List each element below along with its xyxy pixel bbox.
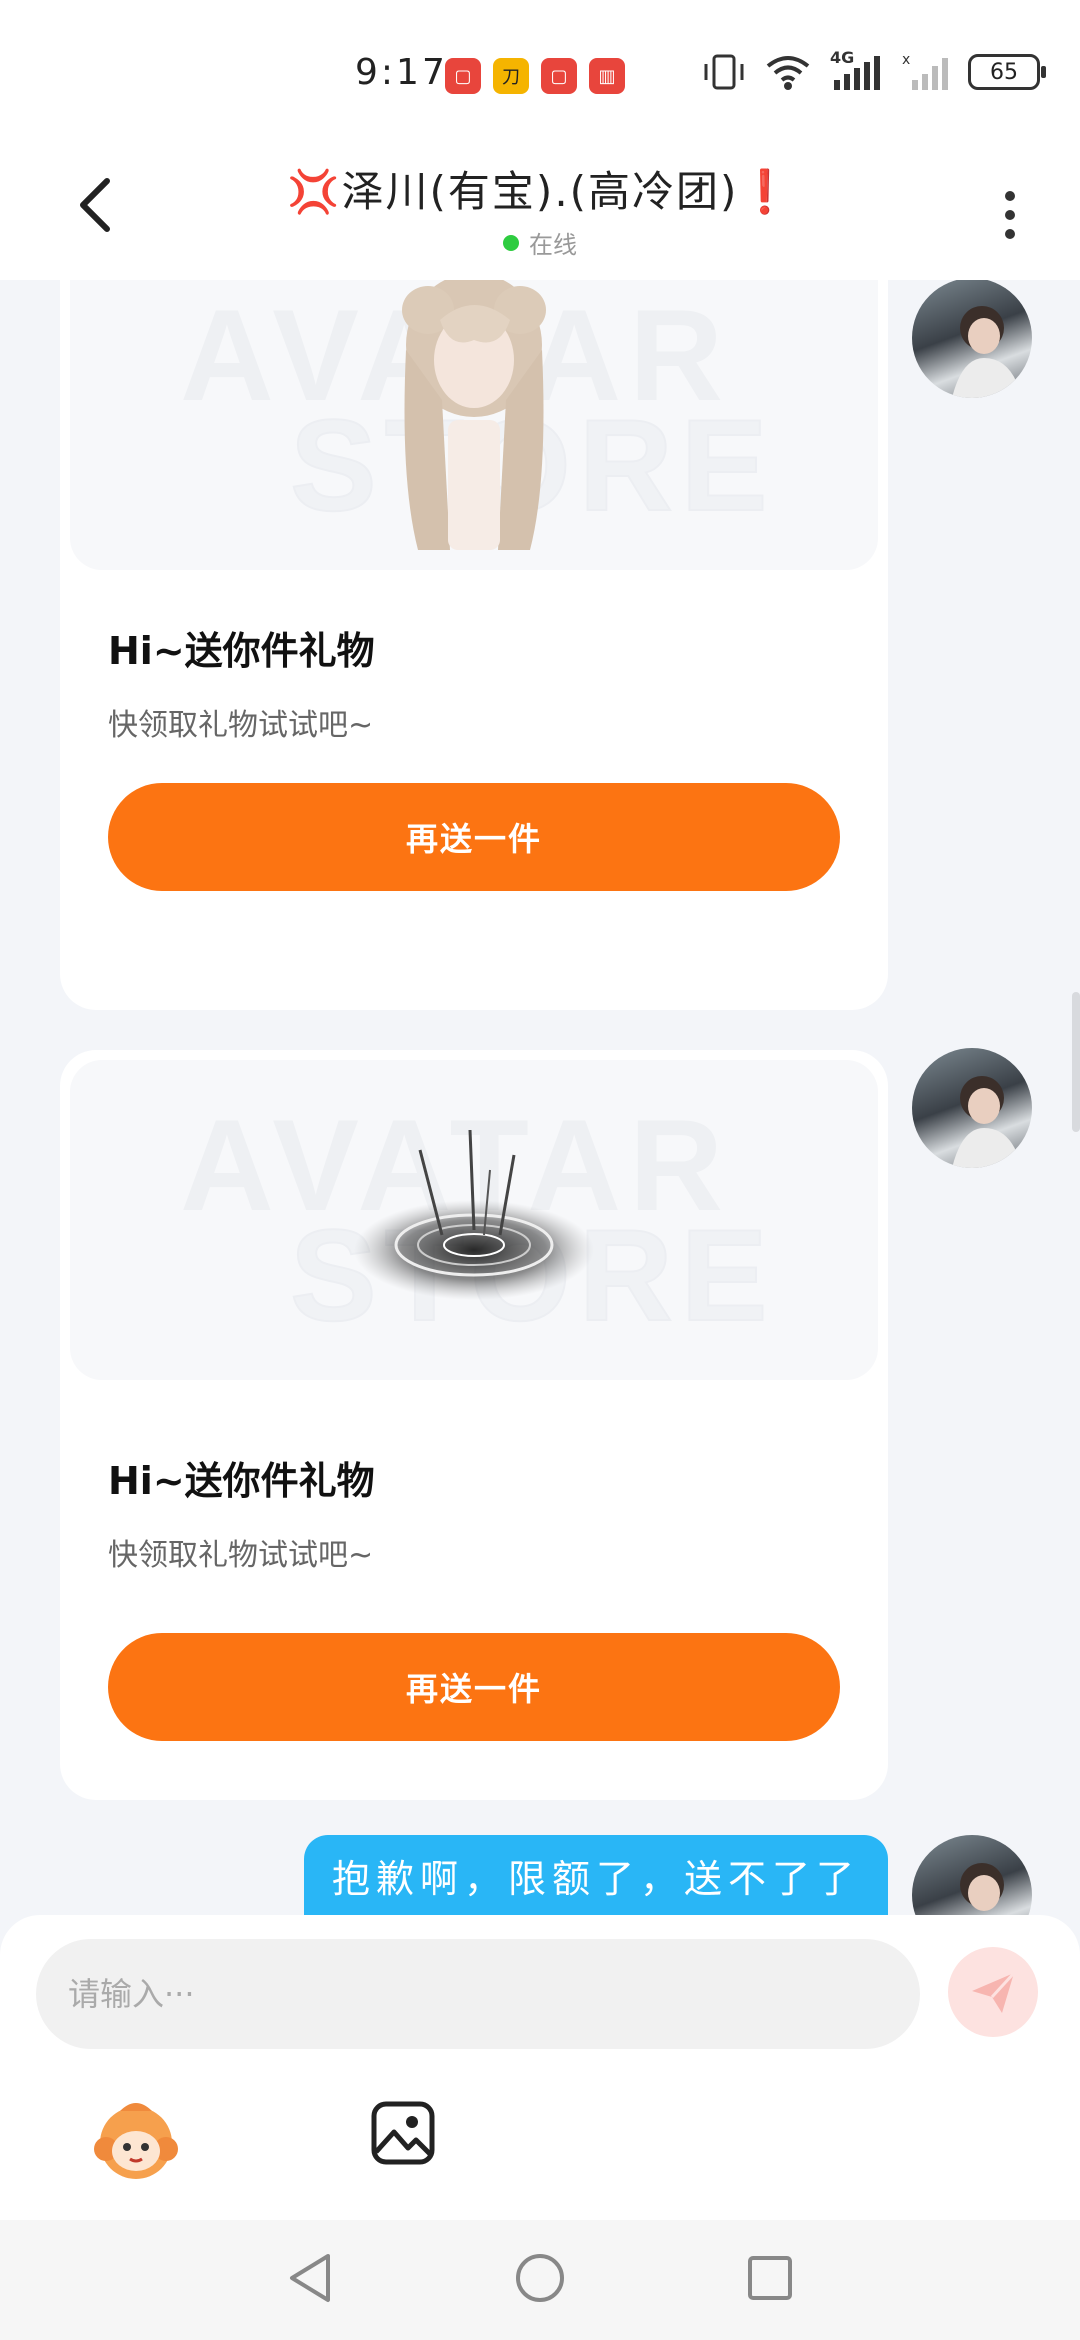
battery-icon: 65 [968, 54, 1046, 90]
nav-back-button[interactable] [280, 2248, 340, 2308]
gift-preview[interactable]: AVATAR STORE [70, 1060, 878, 1380]
battery-level: 65 [990, 59, 1018, 85]
message-input[interactable] [36, 1939, 920, 2049]
more-options-button[interactable] [980, 180, 1040, 250]
square-recents-icon [748, 2256, 792, 2300]
status-indicators: 4G x 65 [702, 48, 1046, 92]
avatar-photo [960, 1863, 1004, 1911]
status-bar: 9:17 ▢ 刀 ▢ ▥ 4G x 65 [0, 0, 1080, 140]
online-status-text: 在线 [529, 231, 577, 259]
image-icon [371, 2101, 435, 2165]
send-another-gift-button[interactable]: 再送一件 [108, 783, 840, 891]
gift-title: Hi~送你件礼物 [108, 629, 375, 673]
user-avatar[interactable] [912, 1835, 1032, 1915]
wifi-icon [766, 56, 810, 90]
status-app-icons: ▢ 刀 ▢ ▥ [445, 58, 625, 94]
avatar-hair-item-icon [402, 280, 546, 550]
avatar-photo [952, 306, 1022, 398]
emoji-button[interactable] [90, 2093, 182, 2185]
system-nav-bar [0, 2220, 1080, 2340]
huawei-store-icon: ▢ [445, 58, 481, 94]
gift-subtitle: 快领取礼物试试吧~ [108, 708, 374, 743]
gift-message-card: AVATAR STORE [60, 1050, 888, 1800]
gift-title: Hi~送你件礼物 [108, 1459, 375, 1503]
nav-recents-button[interactable] [740, 2248, 800, 2308]
message-bubble[interactable]: 抱歉啊，限额了，送不了了 [303, 1835, 888, 1915]
gift-preview[interactable]: AVATAR STORE [70, 280, 878, 570]
magic-circle-item-icon [354, 1129, 594, 1300]
reader-app-icon: ▥ [589, 58, 625, 94]
anger-emoji-icon: 💢 [287, 167, 342, 216]
image-button[interactable] [370, 2100, 436, 2166]
svg-text:x: x [902, 52, 910, 68]
online-dot-icon [503, 234, 519, 251]
user-avatar[interactable] [912, 1048, 1032, 1168]
game-app-icon: 刀 [493, 58, 529, 94]
vibrate-icon [704, 54, 744, 90]
more-dot-icon [1005, 191, 1015, 201]
scrollbar[interactable] [1072, 992, 1080, 1132]
chat-messages[interactable]: AVATAR STORE Hi~送你件礼物 快领取礼物试试吧~ 再送一件 [0, 280, 1080, 1915]
nav-home-button[interactable] [510, 2248, 570, 2308]
cellular-signal-2-icon: x [902, 52, 948, 90]
send-another-gift-button[interactable]: 再送一件 [108, 1633, 840, 1741]
cellular-signal-icon: 4G [830, 48, 884, 92]
send-icon [972, 1971, 1016, 2013]
gift-subtitle: 快领取礼物试试吧~ [108, 1538, 374, 1573]
circle-home-icon [516, 2254, 564, 2302]
mascot-emoji-icon [94, 2103, 178, 2179]
more-dot-icon [1005, 229, 1015, 239]
contact-name: 泽川(有宝).(高冷团) [341, 167, 739, 216]
user-avatar[interactable] [912, 280, 1032, 398]
input-panel [0, 1915, 1080, 2220]
triangle-back-icon [290, 2254, 330, 2302]
chat-title: 💢泽川(有宝).(高冷团)❗ [0, 158, 1080, 219]
title-block: 💢泽川(有宝).(高冷团)❗ 在线 [0, 158, 1080, 260]
status-time: 9:17 [355, 52, 448, 93]
exclamation-emoji-icon: ❗ [738, 167, 793, 216]
avatar-photo [952, 1076, 1022, 1168]
send-button[interactable] [948, 1947, 1038, 2037]
chat-header: 💢泽川(有宝).(高冷团)❗ 在线 [0, 140, 1080, 280]
online-status: 在线 [0, 225, 1080, 260]
huawei-store-icon: ▢ [541, 58, 577, 94]
more-dot-icon [1005, 210, 1015, 220]
gift-message-card: AVATAR STORE Hi~送你件礼物 快领取礼物试试吧~ 再送一件 [60, 280, 888, 1010]
